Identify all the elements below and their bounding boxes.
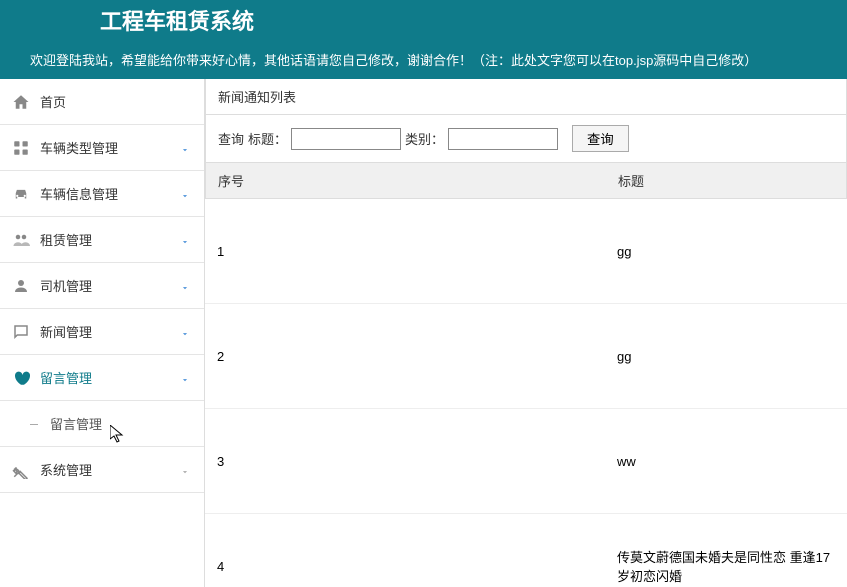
search-prefix: 查询 xyxy=(218,129,244,148)
sidebar-item-driver[interactable]: 司机管理 xyxy=(0,263,204,309)
cell-title: gg xyxy=(605,341,847,372)
search-category-input[interactable] xyxy=(448,128,558,150)
sidebar-item-label: 新闻管理 xyxy=(40,322,192,341)
chevron-down-icon xyxy=(180,373,190,383)
cell-seq: 4 xyxy=(205,551,605,582)
table-row[interactable]: 4 传莫文蔚德国未婚夫是同性恋 重逢17岁初恋闪婚 xyxy=(205,514,847,587)
welcome-banner: 欢迎登陆我站，希望能给你带来好心情，其他话语请您自己修改，谢谢合作！（注：此处文… xyxy=(0,40,847,79)
sidebar-item-vehicle-type[interactable]: 车辆类型管理 xyxy=(0,125,204,171)
app-title: 工程车租赁系统 xyxy=(0,0,847,40)
cell-seq: 1 xyxy=(205,236,605,267)
table-row[interactable]: 3 ww xyxy=(205,409,847,514)
search-category-label: 类别： xyxy=(405,129,444,148)
sidebar-item-rental[interactable]: 租赁管理 xyxy=(0,217,204,263)
chevron-down-icon xyxy=(180,143,190,153)
main-content: 新闻通知列表 查询 标题： 类别： 查询 序号 标题 1 gg 2 gg xyxy=(205,79,847,587)
sidebar-item-label: 租赁管理 xyxy=(40,230,192,249)
chat-icon xyxy=(12,323,30,341)
table-row[interactable]: 1 gg xyxy=(205,199,847,304)
sidebar-item-label: 系统管理 xyxy=(40,460,192,479)
home-icon xyxy=(12,93,30,111)
sidebar-item-news[interactable]: 新闻管理 xyxy=(0,309,204,355)
search-title-label: 标题： xyxy=(248,129,287,148)
car-icon xyxy=(12,185,30,203)
search-title-input[interactable] xyxy=(291,128,401,150)
grid-icon xyxy=(12,139,30,157)
sidebar-subitem-label: 留言管理 xyxy=(50,417,102,432)
sidebar-item-label: 车辆类型管理 xyxy=(40,138,192,157)
data-table: 序号 标题 1 gg 2 gg 3 ww 4 传莫文蔚德国未婚夫是同性恋 重逢1… xyxy=(205,163,847,587)
sidebar-item-home[interactable]: 首页 xyxy=(0,79,204,125)
sidebar-item-message[interactable]: 留言管理 xyxy=(0,355,204,401)
search-bar: 查询 标题： 类别： 查询 xyxy=(205,115,847,163)
cell-seq: 3 xyxy=(205,446,605,477)
sidebar-item-label: 车辆信息管理 xyxy=(40,184,192,203)
sidebar-item-system[interactable]: 系统管理 xyxy=(0,447,204,493)
chevron-down-icon xyxy=(180,465,190,475)
sidebar: 首页 车辆类型管理 车辆信息管理 租赁管理 xyxy=(0,79,205,587)
chevron-down-icon xyxy=(180,189,190,199)
panel-title: 新闻通知列表 xyxy=(205,79,847,115)
cell-title: ww xyxy=(605,446,847,477)
chevron-down-icon xyxy=(180,235,190,245)
sidebar-subitem-message[interactable]: 留言管理 xyxy=(0,401,204,447)
cell-seq: 2 xyxy=(205,341,605,372)
chevron-down-icon xyxy=(180,281,190,291)
cell-title: gg xyxy=(605,236,847,267)
cell-title: 传莫文蔚德国未婚夫是同性恋 重逢17岁初恋闪婚 xyxy=(605,539,847,587)
person-icon xyxy=(12,277,30,295)
tools-icon xyxy=(12,461,30,479)
heart-icon xyxy=(12,369,30,387)
table-header: 序号 标题 xyxy=(205,163,847,199)
people-icon xyxy=(12,231,30,249)
sidebar-item-vehicle-info[interactable]: 车辆信息管理 xyxy=(0,171,204,217)
chevron-down-icon xyxy=(180,327,190,337)
sidebar-item-label: 留言管理 xyxy=(40,368,192,387)
search-button[interactable]: 查询 xyxy=(572,125,629,152)
column-seq: 序号 xyxy=(206,163,606,198)
sidebar-item-label: 首页 xyxy=(40,92,192,111)
sidebar-item-label: 司机管理 xyxy=(40,276,192,295)
table-row[interactable]: 2 gg xyxy=(205,304,847,409)
column-title: 标题 xyxy=(606,163,846,198)
